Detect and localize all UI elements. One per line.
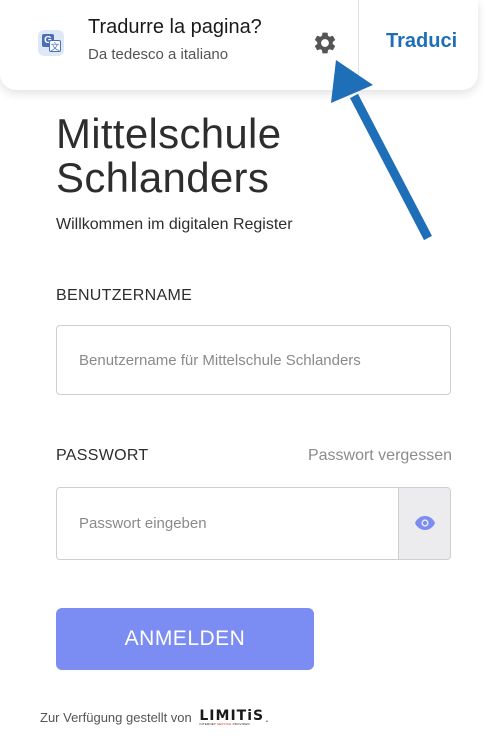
page-title: Mittelschule Schlanders [56, 110, 282, 201]
password-label: PASSWORT [56, 447, 149, 464]
login-page: G 文 Tradurre la pagina? Da tedesco a ita… [0, 0, 496, 738]
login-button[interactable]: ANMELDEN [56, 608, 314, 670]
divider [358, 0, 359, 90]
translate-prompt-bar: G 文 Tradurre la pagina? Da tedesco a ita… [0, 0, 478, 90]
footer: Zur Verfügung gestellt von LIMITiS INTER… [40, 709, 269, 727]
username-label: BENUTZERNAME [56, 287, 193, 304]
password-field [56, 487, 451, 560]
show-password-button[interactable] [398, 488, 450, 559]
translate-prompt-subtitle: Da tedesco a italiano [88, 46, 229, 63]
logo-text: LIMITiS [199, 708, 265, 725]
welcome-text: Willkommen im digitalen Register [56, 216, 293, 233]
limitis-logo[interactable]: LIMITiS INTERNET SERVICE PROVIDER [199, 709, 264, 726]
forgot-password-link[interactable]: Passwort vergessen [308, 447, 452, 465]
footer-provided-by: Zur Verfügung gestellt von [40, 710, 192, 725]
eye-icon [415, 516, 435, 530]
translate-prompt-title: Tradurre la pagina? [88, 16, 262, 38]
gear-icon[interactable] [312, 30, 338, 56]
google-translate-icon: G 文 [38, 30, 64, 56]
footer-period: . [265, 710, 269, 725]
password-input[interactable] [57, 488, 399, 559]
translate-button[interactable]: Traduci [386, 30, 457, 53]
username-input[interactable] [56, 325, 451, 395]
